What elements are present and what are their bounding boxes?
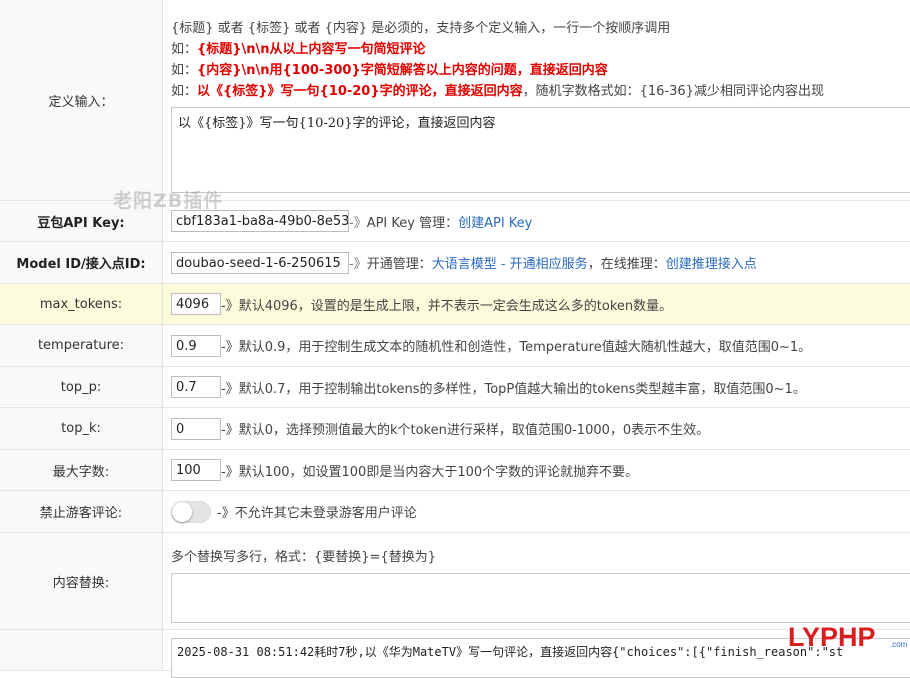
ban-guest-cell: -》不允许其它未登录游客用户评论 bbox=[163, 491, 910, 532]
row-ban-guest: 禁止游客评论: -》不允许其它未登录游客用户评论 bbox=[0, 491, 910, 533]
define-note: {标题} 或者 {标签} 或者 {内容} 是必须的，支持多个定义输入，一行一个按… bbox=[171, 21, 671, 36]
api-key-input[interactable]: cbf183a1-ba8a-49b0-8e53- bbox=[171, 210, 349, 232]
settings-form: 定义输入： {标题} 或者 {标签} 或者 {内容} 是必须的，支持多个定义输入… bbox=[0, 0, 910, 678]
define-example-3: 如：以《{标签}》写一句{10-20}字的评论，直接返回内容，随机字数格式如：{… bbox=[171, 81, 910, 102]
top-k-label: top_k: bbox=[0, 408, 163, 449]
log-label bbox=[0, 630, 163, 670]
example-3-tail: ，随机字数格式如：{16-36}减少相同评论内容出现 bbox=[522, 84, 824, 99]
max-tokens-input[interactable]: 4096 bbox=[171, 293, 221, 315]
api-key-text: API Key 管理： bbox=[366, 215, 459, 231]
model-text-2: ，在线推理： bbox=[587, 257, 666, 272]
row-max-chars: 最大字数: 100 -》默认100，如设置100即是当内容大于100个字数的评论… bbox=[0, 450, 910, 491]
toggle-knob bbox=[172, 501, 192, 522]
define-input-textarea[interactable]: 以《{标签}》写一句{10-20}字的评论，直接返回内容 bbox=[171, 107, 910, 193]
arrow: -》 bbox=[349, 257, 367, 272]
row-top-k: top_k: 0 -》默认0，选择预测值最大的k个token进行采样，取值范围0… bbox=[0, 408, 910, 450]
ban-guest-label: 禁止游客评论: bbox=[0, 491, 163, 532]
content-replace-label: 内容替换: bbox=[0, 533, 163, 629]
temperature-desc: -》默认0.9，用于控制生成文本的随机性和创造性，Temperature值越大随… bbox=[221, 340, 812, 355]
ban-guest-desc: -》不允许其它未登录游客用户评论 bbox=[217, 506, 417, 521]
top-p-input[interactable]: 0.7 bbox=[171, 376, 221, 398]
model-id-label: Model ID/接入点ID: bbox=[0, 242, 163, 283]
top-p-cell: 0.7 -》默认0.7，用于控制输出tokens的多样性，TopP值越大输出的t… bbox=[163, 367, 910, 407]
define-input-cell: {标题} 或者 {标签} 或者 {内容} 是必须的，支持多个定义输入，一行一个按… bbox=[163, 0, 910, 200]
max-tokens-label: max_tokens: bbox=[0, 284, 163, 324]
max-tokens-cell: 4096 -》默认4096，设置的是生成上限，并不表示一定会生成这么多的toke… bbox=[163, 284, 910, 324]
example-2-text: {内容}\n\n用{100-300}字简短解答以上内容的问题，直接返回内容 bbox=[197, 63, 608, 78]
row-log: 2025-08-31 08:51:42耗时7秒,以《华为MateTV》写一句评论… bbox=[0, 630, 910, 678]
define-example-1: 如：{标题}\n\n从以上内容写一句简短评论 bbox=[171, 39, 910, 60]
example-3-text: 以《{标签}》写一句{10-20}字的评论，直接返回内容 bbox=[197, 84, 523, 99]
temperature-cell: 0.9 -》默认0.9，用于控制生成文本的随机性和创造性，Temperature… bbox=[163, 325, 910, 366]
arrow: -》 bbox=[349, 215, 367, 231]
row-top-p: top_p: 0.7 -》默认0.7，用于控制输出tokens的多样性，TopP… bbox=[0, 367, 910, 408]
lyphp-logo: LYPHP .com bbox=[788, 622, 908, 652]
content-replace-cell: 多个替换写多行，格式：{要替换}={替换为} bbox=[163, 533, 910, 629]
create-api-key-link[interactable]: 创建API Key bbox=[458, 212, 532, 231]
logo-sub: .com bbox=[890, 640, 908, 649]
row-define-input: 定义输入： {标题} 或者 {标签} 或者 {内容} 是必须的，支持多个定义输入… bbox=[0, 0, 910, 201]
row-max-tokens: max_tokens: 4096 -》默认4096，设置的是生成上限，并不表示一… bbox=[0, 284, 910, 325]
example-prefix: 如： bbox=[171, 63, 198, 78]
define-input-label: 定义输入： bbox=[0, 0, 163, 200]
example-1-text: {标题}\n\n从以上内容写一句简短评论 bbox=[197, 42, 426, 57]
top-p-label: top_p: bbox=[0, 367, 163, 407]
logo-text: LYPHP bbox=[788, 622, 876, 652]
top-k-input[interactable]: 0 bbox=[171, 417, 221, 440]
row-content-replace: 内容替换: 多个替换写多行，格式：{要替换}={替换为} bbox=[0, 533, 910, 630]
example-prefix: 如： bbox=[171, 42, 198, 57]
llm-service-link[interactable]: 大语言模型 - 开通相应服务 bbox=[432, 253, 588, 272]
max-chars-label: 最大字数: bbox=[0, 450, 163, 490]
define-example-2: 如：{内容}\n\n用{100-300}字简短解答以上内容的问题，直接返回内容 bbox=[171, 60, 910, 81]
top-p-desc: -》默认0.7，用于控制输出tokens的多样性，TopP值越大输出的token… bbox=[221, 381, 806, 397]
example-prefix: 如： bbox=[171, 84, 198, 99]
top-k-desc: -》默认0，选择预测值最大的k个token进行采样，取值范围0-1000，0表示… bbox=[221, 423, 710, 438]
temperature-label: temperature: bbox=[0, 325, 163, 366]
content-replace-textarea[interactable] bbox=[171, 573, 910, 623]
ban-guest-toggle[interactable] bbox=[171, 500, 211, 523]
temperature-input[interactable]: 0.9 bbox=[171, 334, 221, 357]
content-replace-note: 多个替换写多行，格式：{要替换}={替换为} bbox=[171, 550, 436, 565]
max-tokens-desc: -》默认4096，设置的是生成上限，并不表示一定会生成这么多的token数量。 bbox=[221, 298, 673, 314]
create-endpoint-link[interactable]: 创建推理接入点 bbox=[666, 253, 757, 272]
model-id-input[interactable]: doubao-seed-1-6-250615 bbox=[171, 251, 349, 274]
row-temperature: temperature: 0.9 -》默认0.9，用于控制生成文本的随机性和创造… bbox=[0, 325, 910, 367]
max-chars-input[interactable]: 100 bbox=[171, 459, 221, 481]
watermark-text: 老阳ZB插件 bbox=[113, 190, 224, 212]
row-model-id: Model ID/接入点ID: doubao-seed-1-6-250615 -… bbox=[0, 242, 910, 284]
model-id-cell: doubao-seed-1-6-250615 -》 开通管理： 大语言模型 - … bbox=[163, 242, 910, 283]
api-key-cell: cbf183a1-ba8a-49b0-8e53- -》 API Key 管理： … bbox=[163, 201, 910, 241]
model-text-1: 开通管理： bbox=[366, 257, 432, 272]
max-chars-cell: 100 -》默认100，如设置100即是当内容大于100个字数的评论就抛弃不要。 bbox=[163, 450, 910, 490]
top-k-cell: 0 -》默认0，选择预测值最大的k个token进行采样，取值范围0-1000，0… bbox=[163, 408, 910, 449]
max-chars-desc: -》默认100，如设置100即是当内容大于100个字数的评论就抛弃不要。 bbox=[221, 464, 639, 480]
